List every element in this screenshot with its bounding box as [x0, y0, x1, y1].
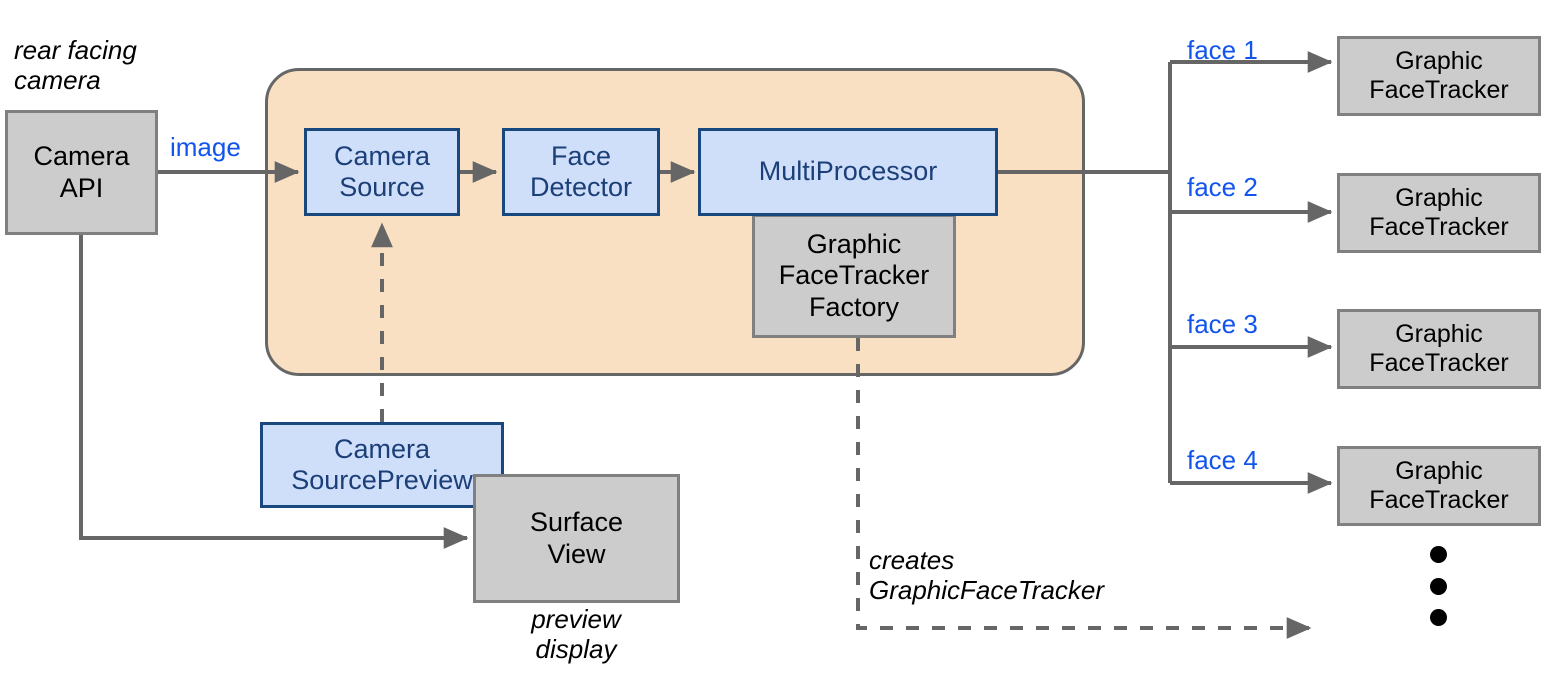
- ellipsis-dot: [1430, 546, 1447, 563]
- connector-layer: [79, 51, 1333, 639]
- node-camera-api[interactable]: Camera API: [5, 110, 158, 235]
- label-creates-graphic-face-tracker: creates GraphicFaceTracker: [869, 545, 1105, 605]
- node-graphic-face-tracker-4[interactable]: Graphic FaceTracker: [1337, 446, 1541, 526]
- label-preview-display: preview display: [531, 604, 621, 664]
- node-camera-source-preview[interactable]: Camera SourcePreview: [260, 422, 504, 508]
- diagram-canvas: Camera API Camera Source Face Detector G…: [0, 0, 1551, 700]
- label-rear-facing-camera: rear facing camera: [14, 35, 137, 95]
- label-face-2: face 2: [1187, 172, 1258, 202]
- ellipsis-dot: [1430, 578, 1447, 595]
- node-face-detector[interactable]: Face Detector: [502, 128, 660, 216]
- node-camera-source[interactable]: Camera Source: [304, 128, 460, 216]
- node-graphic-face-tracker-3[interactable]: Graphic FaceTracker: [1337, 309, 1541, 389]
- label-face-4: face 4: [1187, 445, 1258, 475]
- node-graphic-face-tracker-2[interactable]: Graphic FaceTracker: [1337, 173, 1541, 253]
- node-graphic-face-tracker-1[interactable]: Graphic FaceTracker: [1337, 36, 1541, 116]
- node-multi-processor[interactable]: MultiProcessor: [698, 128, 998, 216]
- label-edge-image: image: [170, 132, 241, 162]
- node-surface-view[interactable]: Surface View: [473, 474, 680, 603]
- node-graphic-face-tracker-factory[interactable]: Graphic FaceTracker Factory: [752, 214, 956, 338]
- label-face-3: face 3: [1187, 309, 1258, 339]
- ellipsis-dot: [1430, 609, 1447, 626]
- label-face-1: face 1: [1187, 35, 1258, 65]
